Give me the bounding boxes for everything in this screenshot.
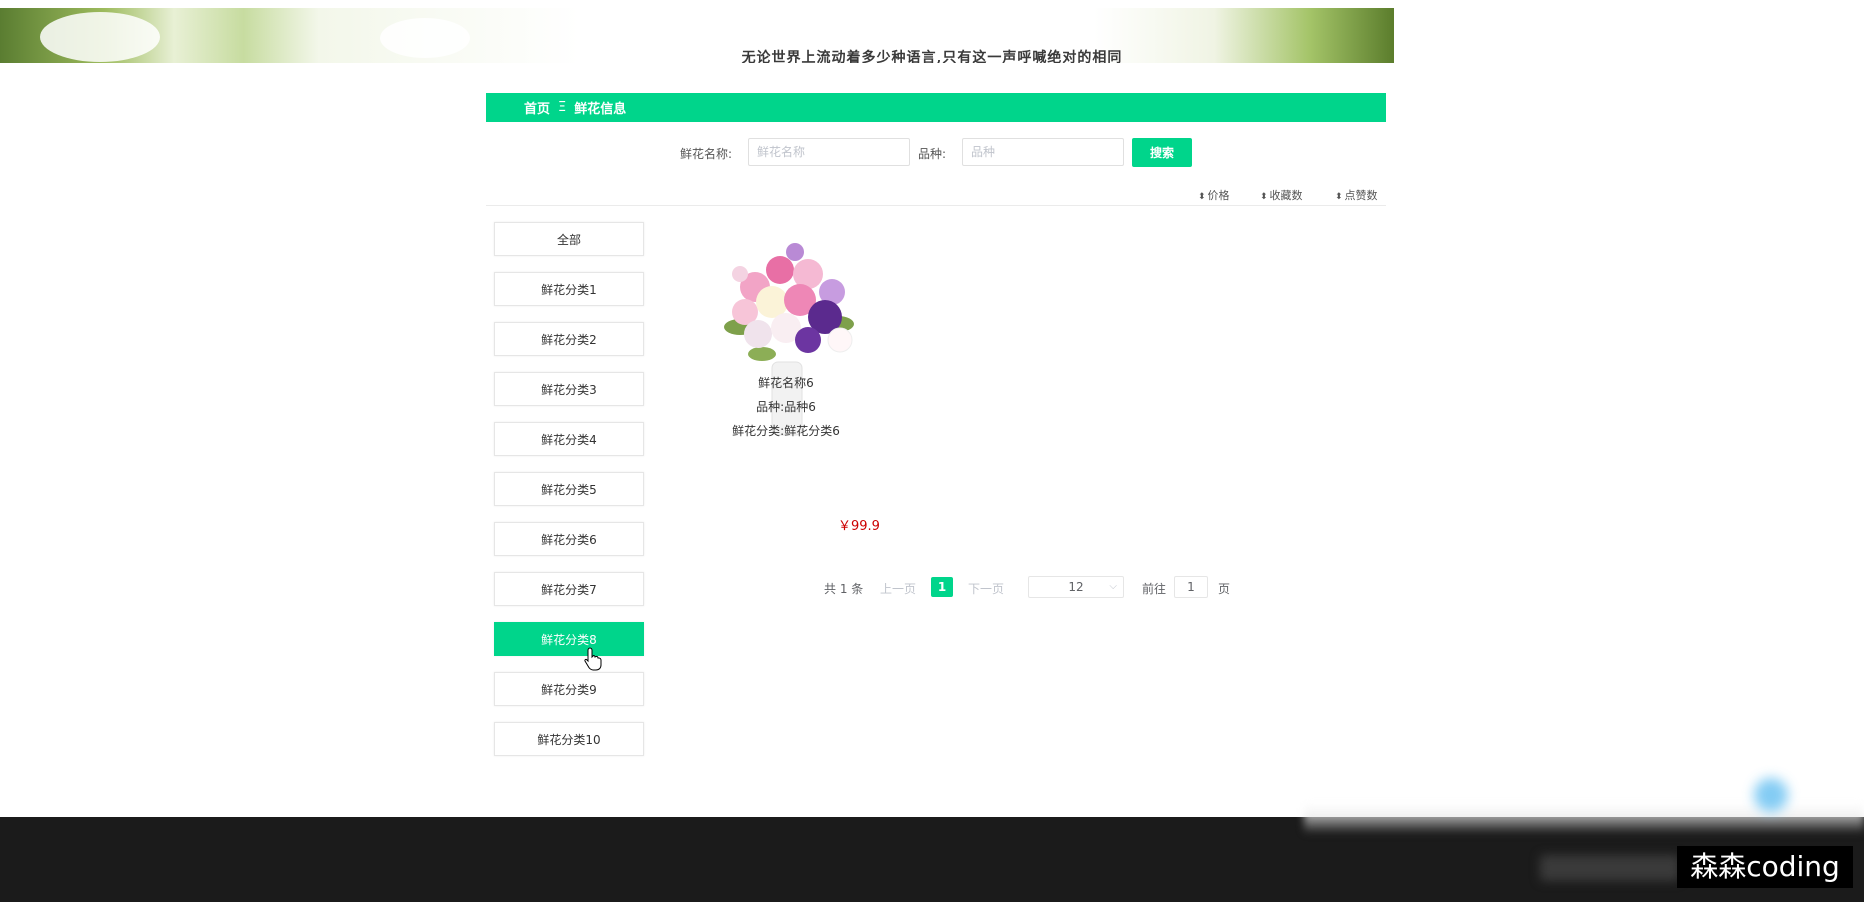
- category-sidebar: 全部 鲜花分类1 鲜花分类2 鲜花分类3 鲜花分类4 鲜花分类5 鲜花分类6 鲜…: [494, 222, 644, 772]
- sort-icon: ⬍: [1198, 192, 1206, 202]
- product-price: ￥99.9: [838, 519, 880, 534]
- page-unit-label: 页: [1218, 582, 1231, 596]
- breadcrumb-home[interactable]: 首页: [524, 98, 550, 117]
- product-variety: 品种:品种6: [756, 400, 816, 414]
- header-banner: 无论世界上流动着多少种语言,只有这一声呼喊绝对的相同: [0, 8, 1864, 63]
- category-6[interactable]: 鲜花分类6: [494, 522, 644, 556]
- float-button[interactable]: [1754, 778, 1788, 812]
- product-name[interactable]: 鲜花名称6: [686, 374, 886, 391]
- page-size-select[interactable]: 12 ⌵: [1028, 576, 1124, 598]
- pagination-prev[interactable]: 上一页: [880, 580, 916, 597]
- sort-favorites[interactable]: ⬍ 收藏数: [1260, 187, 1303, 203]
- category-10[interactable]: 鲜花分类10: [494, 722, 644, 756]
- sort-likes-label: 点赞数: [1344, 189, 1378, 202]
- sort-icon: ⬍: [1335, 192, 1343, 202]
- category-1[interactable]: 鲜花分类1: [494, 272, 644, 306]
- category-all[interactable]: 全部: [494, 222, 644, 256]
- sort-favorites-label: 收藏数: [1269, 189, 1303, 202]
- sort-price[interactable]: ⬍ 价格: [1198, 187, 1230, 203]
- pagination-current-page[interactable]: 1: [931, 577, 953, 597]
- hand-cursor-icon: [584, 647, 602, 671]
- goto-page-input[interactable]: 1: [1174, 576, 1208, 598]
- category-5[interactable]: 鲜花分类5: [494, 472, 644, 506]
- sort-icon: ⬍: [1260, 192, 1268, 202]
- category-2[interactable]: 鲜花分类2: [494, 322, 644, 356]
- pagination-next[interactable]: 下一页: [968, 580, 1004, 597]
- banner-slogan: 无论世界上流动着多少种语言,只有这一声呼喊绝对的相同: [741, 50, 1123, 63]
- category-7[interactable]: 鲜花分类7: [494, 572, 644, 606]
- chevron-down-icon: ⌵: [1109, 581, 1117, 592]
- goto-label: 前往: [1142, 582, 1167, 596]
- product-category: 鲜花分类:鲜花分类6: [732, 424, 840, 438]
- footer-blurred-text: [1540, 855, 1680, 881]
- sort-price-label: 价格: [1207, 189, 1230, 202]
- sort-likes[interactable]: ⬍ 点赞数: [1335, 187, 1378, 203]
- category-9[interactable]: 鲜花分类9: [494, 672, 644, 706]
- breadcrumb-current: 鲜花信息: [574, 102, 627, 117]
- variety-input[interactable]: [962, 138, 1124, 166]
- page-size-value: 12: [1068, 580, 1084, 594]
- sort-bar: ⬍ 价格 ⬍ 收藏数 ⬍ 点赞数: [486, 184, 1386, 206]
- category-4[interactable]: 鲜花分类4: [494, 422, 644, 456]
- search-bar: 鲜花名称: 品种: 搜索: [486, 137, 1386, 167]
- category-8[interactable]: 鲜花分类8: [494, 622, 644, 656]
- flower-name-input[interactable]: [748, 138, 910, 166]
- watermark: 森森coding: [1677, 846, 1853, 888]
- category-3[interactable]: 鲜花分类3: [494, 372, 644, 406]
- pagination-total: 共 1 条: [824, 582, 864, 596]
- variety-label: 品种:: [918, 147, 947, 161]
- breadcrumb: 首页 Ξ 鲜花信息: [486, 93, 1386, 122]
- flower-name-label: 鲜花名称:: [680, 147, 733, 161]
- search-button[interactable]: 搜索: [1132, 138, 1192, 167]
- breadcrumb-separator: Ξ: [558, 100, 567, 115]
